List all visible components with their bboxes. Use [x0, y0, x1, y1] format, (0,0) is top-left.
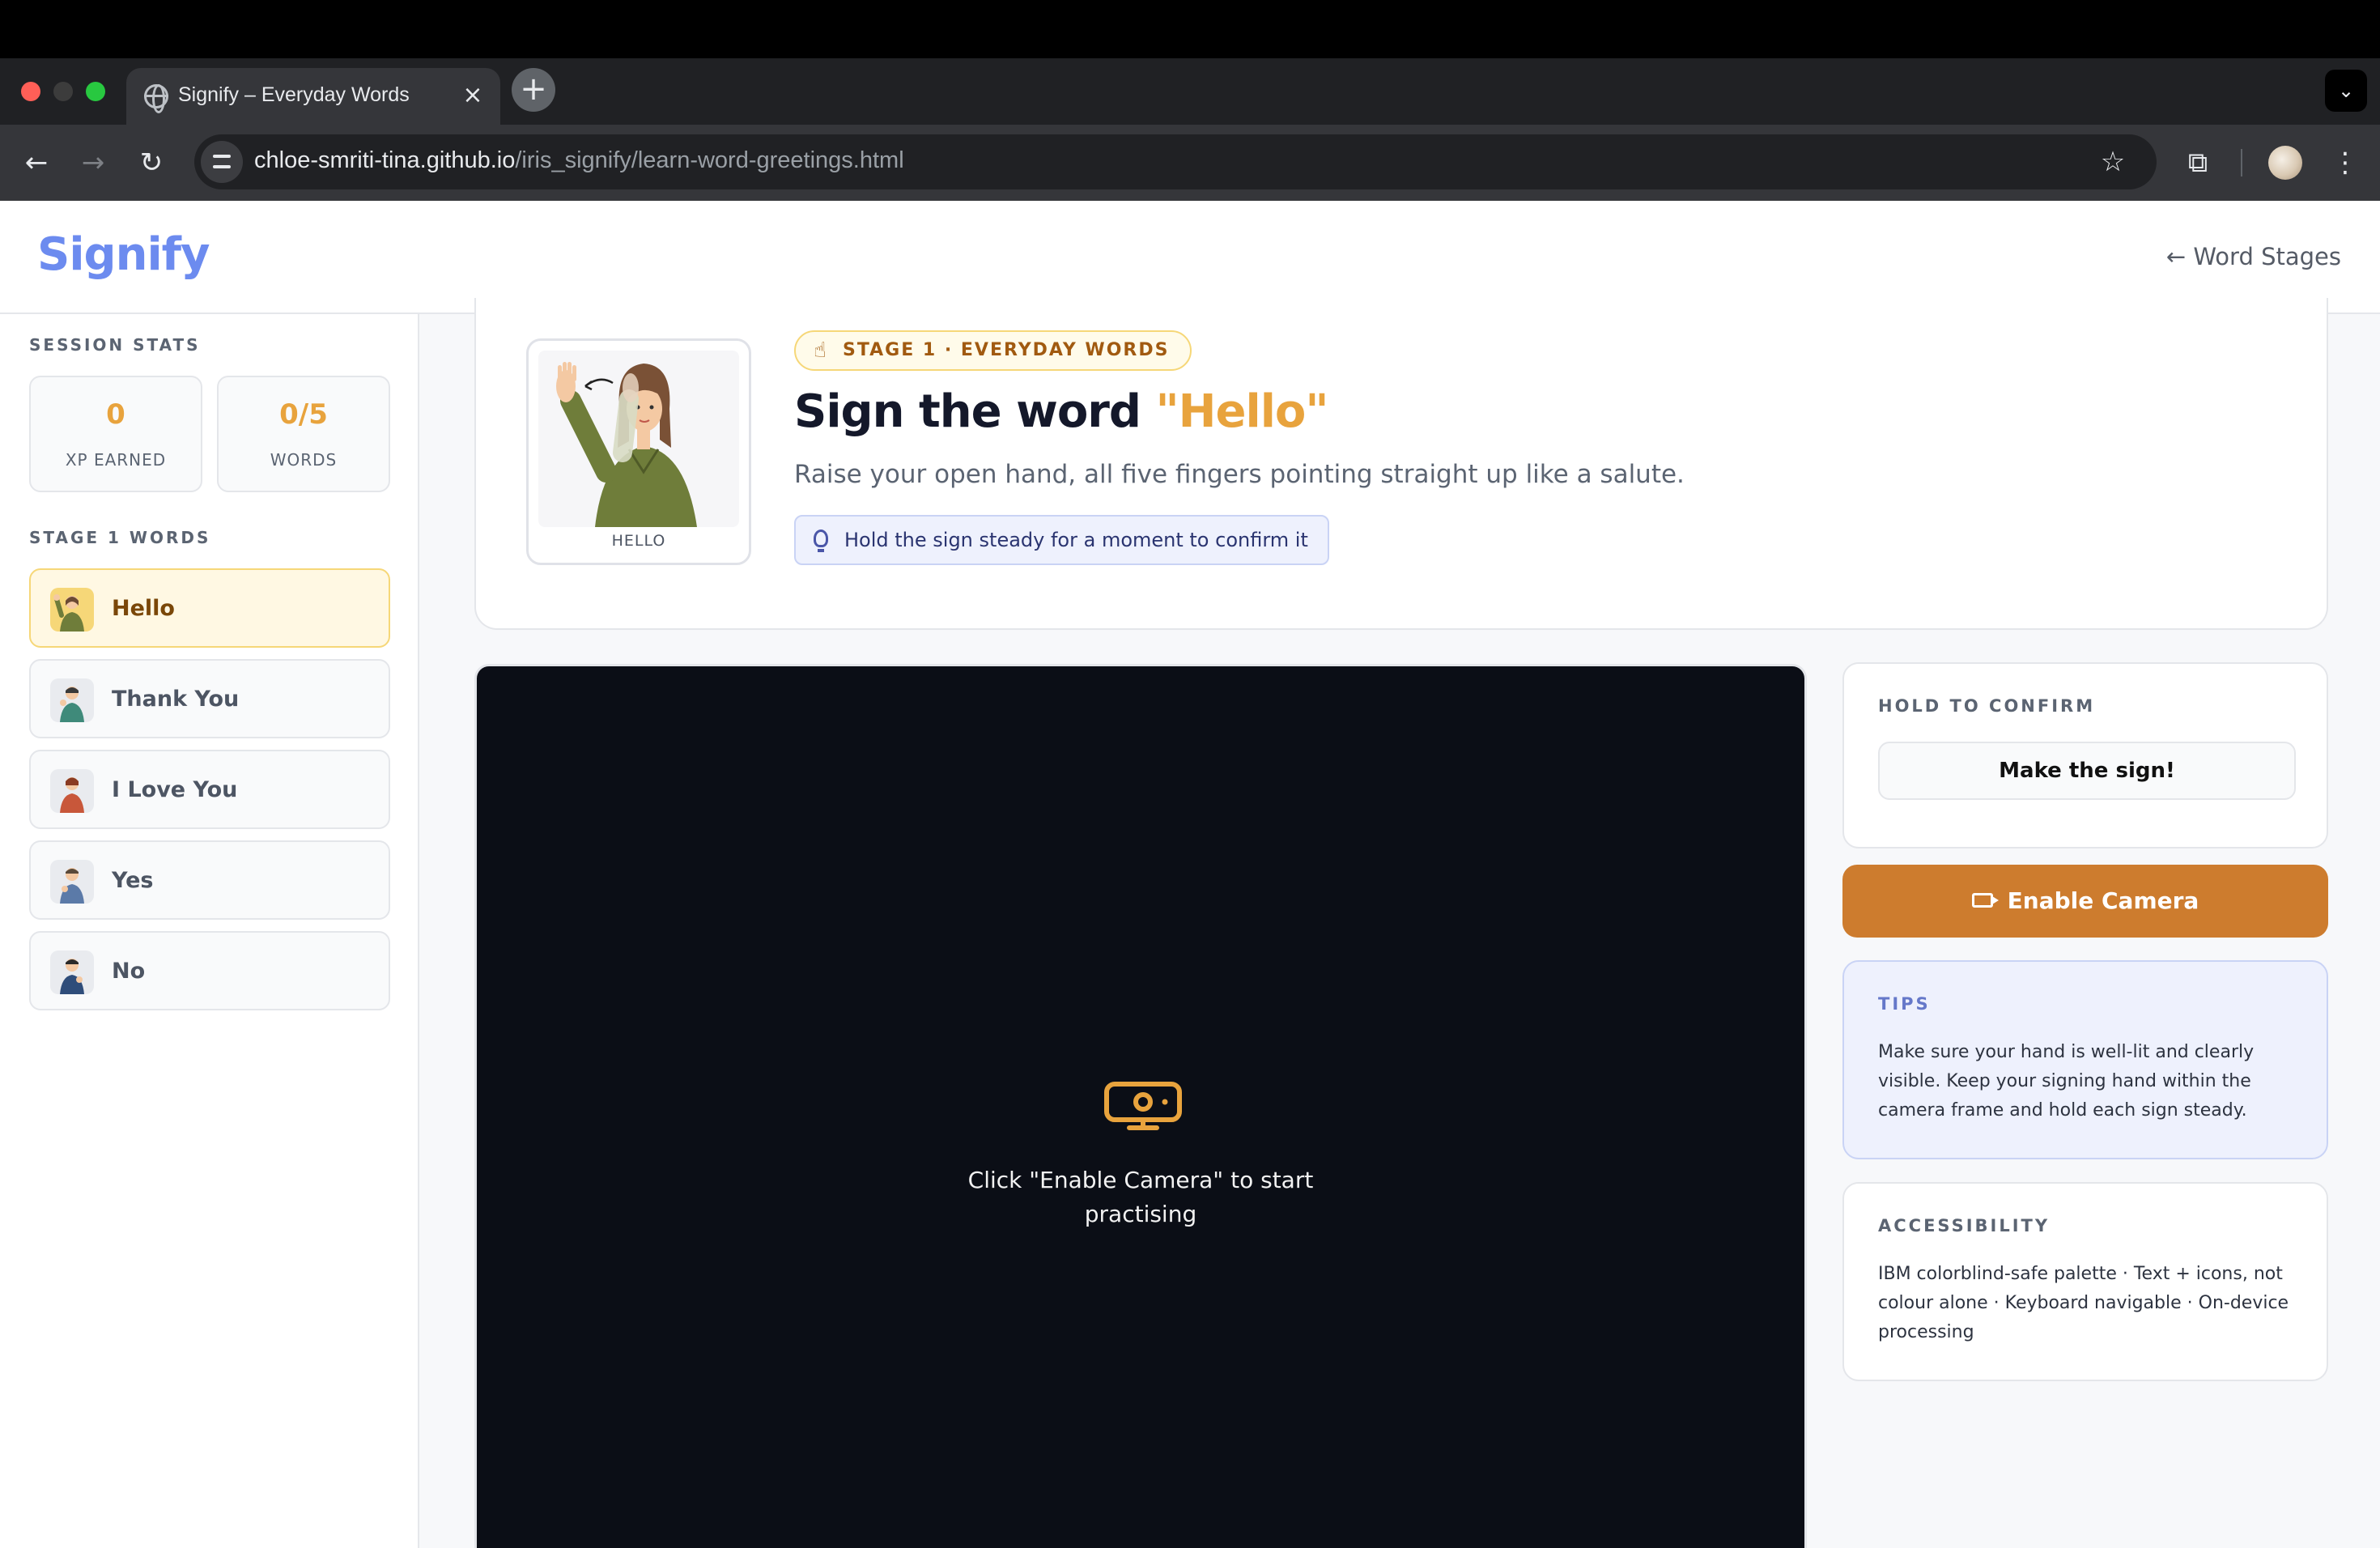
close-window-button[interactable] — [21, 82, 40, 101]
sign-status-box: Make the sign! — [1878, 742, 2296, 800]
stage-words-heading: STAGE 1 WORDS — [29, 528, 211, 547]
word-item-i-love-you[interactable]: I Love You — [29, 750, 390, 829]
word-item-no[interactable]: No — [29, 931, 390, 1010]
bookmark-star-icon[interactable]: ☆ — [2092, 141, 2134, 183]
reload-icon[interactable]: ↻ — [131, 142, 172, 183]
back-arrow-icon[interactable]: ← — [16, 142, 57, 183]
lesson-title-prefix: Sign the word — [794, 385, 1156, 438]
tips-heading: TIPS — [1878, 994, 1931, 1014]
url-path: /iris_signify/learn-word-greetings.html — [515, 147, 904, 173]
word-label-no: No — [112, 959, 146, 984]
camera-placeholder-text: Click "Enable Camera" to start practisin… — [477, 1163, 1804, 1231]
extensions-puzzle-icon[interactable]: ⧉ — [2178, 142, 2218, 183]
page: Signify ← Word Stages SESSION STATS 0 XP… — [0, 201, 2380, 1548]
words-label: WORDS — [270, 450, 338, 470]
lesson-description: Raise your open hand, all five fingers p… — [794, 460, 1685, 489]
accessibility-heading: ACCESSIBILITY — [1878, 1216, 2051, 1235]
browser-menu-icon[interactable]: ⋮ — [2325, 142, 2365, 183]
forward-arrow-icon[interactable]: → — [73, 142, 113, 183]
toolbar-divider — [2241, 149, 2242, 176]
minimize-window-button[interactable] — [53, 82, 73, 101]
tab-title: Signify – Everyday Words — [178, 83, 410, 106]
site-info-icon[interactable] — [201, 141, 243, 183]
word-item-yes[interactable]: Yes — [29, 840, 390, 920]
word-label-i-love-you: I Love You — [112, 777, 238, 802]
camera-placeholder-line1: Click "Enable Camera" to start — [967, 1167, 1314, 1193]
globe-icon — [144, 84, 168, 113]
session-stats-heading: SESSION STATS — [29, 335, 201, 355]
illustration-caption: HELLO — [611, 532, 666, 550]
xp-value: 0 — [106, 398, 125, 431]
i-love-you-thumbnail — [50, 769, 94, 813]
hand-pointer-icon: ☝ — [814, 338, 828, 363]
word-item-thank-you[interactable]: Thank You — [29, 659, 390, 738]
hello-thumbnail — [50, 588, 94, 632]
tips-body: Make sure your hand is well-lit and clea… — [1878, 1042, 2255, 1121]
sidebar: SESSION STATS 0 XP EARNED 0/5 WORDS STAG… — [0, 314, 419, 1548]
site-header: Signify ← Word Stages — [0, 201, 2380, 314]
word-item-hello[interactable]: Hello — [29, 568, 390, 648]
word-label-yes: Yes — [112, 868, 154, 893]
xp-stat-card: 0 XP EARNED — [29, 376, 202, 492]
words-value: 0/5 — [279, 398, 328, 431]
macos-menu-area — [0, 0, 2380, 58]
webcam-icon — [1104, 1082, 1182, 1130]
word-label-hello: Hello — [112, 596, 175, 621]
lesson-title: Sign the word "Hello" — [794, 385, 1329, 438]
lesson-card: HELLO ☝ STAGE 1 · EVERYDAY WORDS Sign the… — [474, 298, 2328, 630]
new-tab-button[interactable]: + — [512, 68, 555, 112]
profile-avatar[interactable] — [2268, 146, 2302, 180]
signify-logo[interactable]: Signify — [37, 228, 210, 281]
browser-tab[interactable]: Signify – Everyday Words × — [126, 68, 500, 125]
hold-to-confirm-panel: HOLD TO CONFIRM Make the sign! — [1842, 662, 2328, 848]
camera-placeholder-line2: practising — [1084, 1201, 1197, 1227]
hold-hint: Hold the sign steady for a moment to con… — [794, 515, 1329, 565]
xp-label: XP EARNED — [65, 450, 167, 470]
yes-thumbnail — [50, 860, 94, 904]
thank-you-thumbnail — [50, 678, 94, 722]
enable-camera-label: Enable Camera — [2007, 887, 2199, 914]
lightbulb-icon — [814, 529, 828, 552]
hello-sign-illustration — [538, 351, 739, 527]
close-tab-icon[interactable]: × — [457, 79, 489, 112]
words-stat-card: 0/5 WORDS — [217, 376, 390, 492]
video-camera-icon — [1971, 893, 1999, 908]
lesson-title-word: "Hello" — [1155, 385, 1329, 438]
word-label-thank-you: Thank You — [112, 687, 240, 712]
url-text[interactable]: chloe-smriti-tina.github.io/iris_signify… — [254, 147, 904, 174]
hold-hint-text: Hold the sign steady for a moment to con… — [844, 529, 1308, 551]
tab-search-chevron-icon[interactable]: ⌄ — [2325, 70, 2367, 112]
word-stages-link[interactable]: ← Word Stages — [2166, 243, 2341, 270]
tips-panel: TIPS Make sure your hand is well-lit and… — [1842, 960, 2328, 1159]
accessibility-body: IBM colorblind-safe palette · Text + ico… — [1878, 1264, 2289, 1342]
maximize-window-button[interactable] — [86, 82, 105, 101]
camera-viewport: Click "Enable Camera" to start practisin… — [474, 664, 1807, 1548]
stage-badge: ☝ STAGE 1 · EVERYDAY WORDS — [794, 330, 1192, 371]
no-thumbnail — [50, 950, 94, 994]
hold-to-confirm-heading: HOLD TO CONFIRM — [1878, 696, 2096, 716]
stage-badge-text: STAGE 1 · EVERYDAY WORDS — [843, 340, 1170, 360]
address-bar[interactable]: chloe-smriti-tina.github.io/iris_signify… — [194, 134, 2157, 189]
enable-camera-button[interactable]: Enable Camera — [1842, 865, 2328, 938]
accessibility-panel: ACCESSIBILITY IBM colorblind-safe palett… — [1842, 1182, 2328, 1381]
url-host: chloe-smriti-tina.github.io — [254, 147, 516, 173]
sign-illustration-card: HELLO — [526, 338, 751, 565]
main-content: HELLO ☝ STAGE 1 · EVERYDAY WORDS Sign the… — [419, 298, 2380, 1548]
